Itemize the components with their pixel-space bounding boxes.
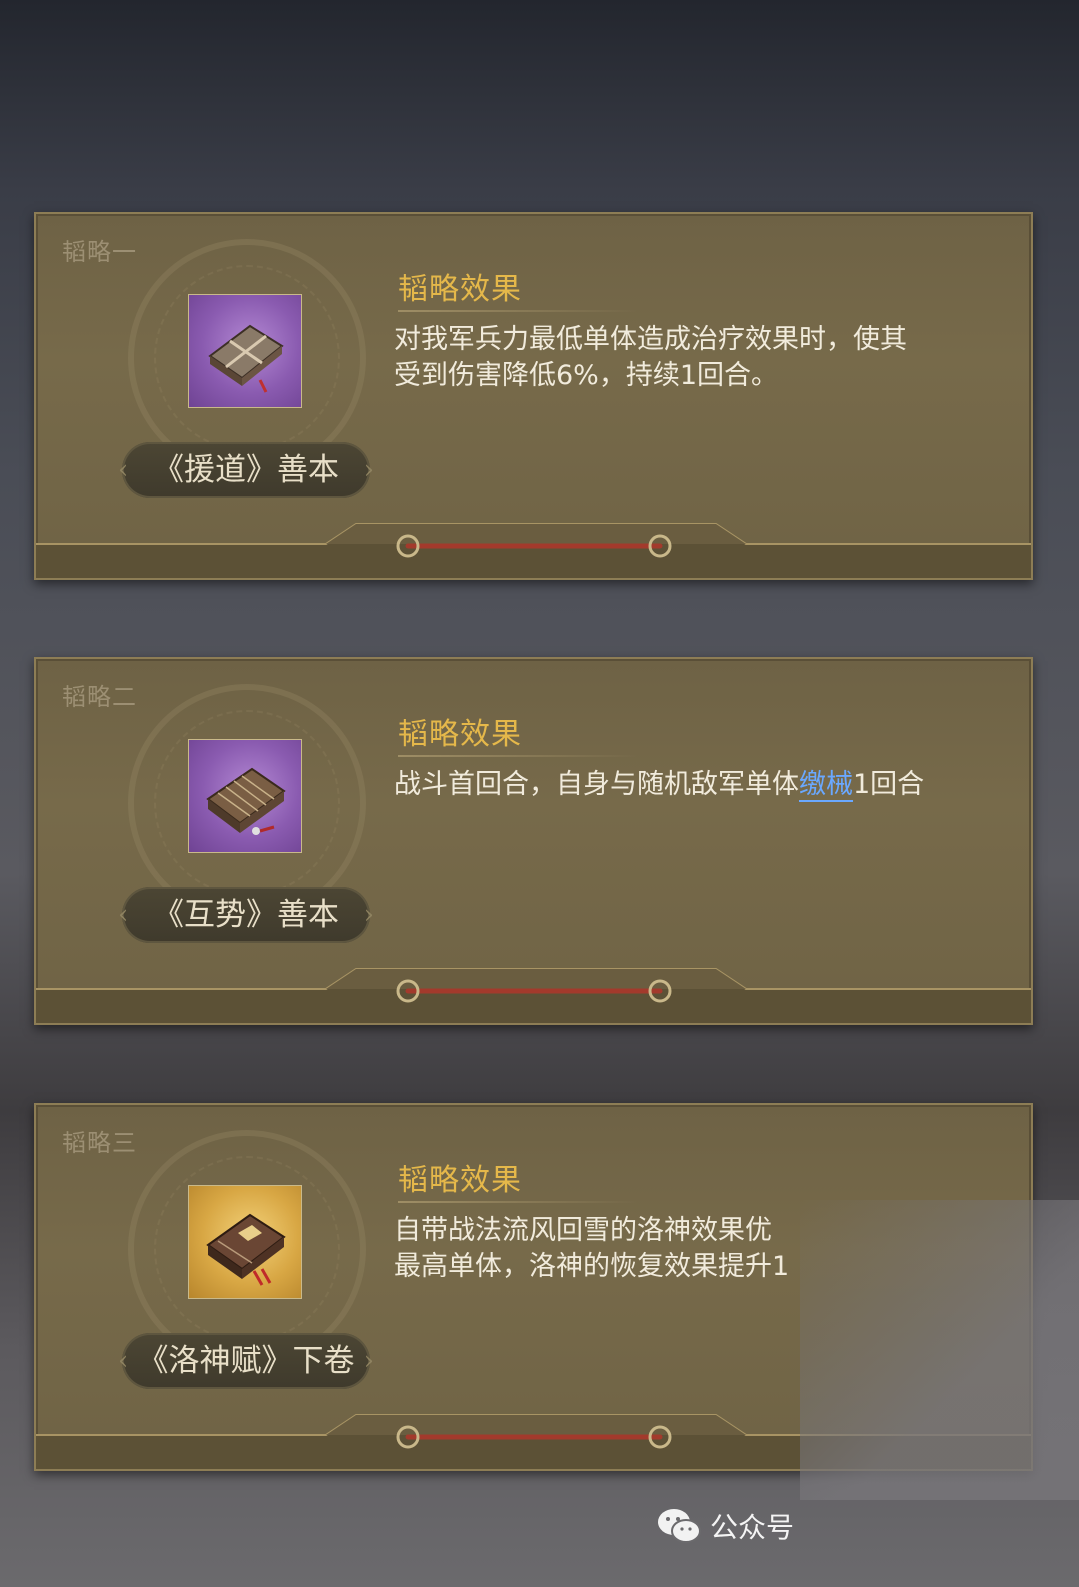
purple-scroll-book-icon[interactable] bbox=[188, 294, 302, 408]
book-name: 《援道》善本 bbox=[118, 442, 374, 498]
panel-base-ornament bbox=[36, 1407, 1031, 1469]
watermark-label: 公众号 bbox=[710, 1511, 795, 1544]
card-tag: 韬略三 bbox=[62, 1129, 137, 1157]
card-tag: 韬略一 bbox=[62, 238, 137, 266]
book-name: 《互势》善本 bbox=[118, 887, 374, 943]
book-name: 《洛神赋》下卷 bbox=[118, 1333, 374, 1389]
wechat-icon bbox=[658, 1509, 701, 1543]
effect-line-1: 对我军兵力最低单体造成治疗效果时，使其 bbox=[394, 324, 907, 355]
effect-text-pre: 战斗首回合，自身与随机敌军单体 bbox=[394, 769, 799, 800]
wechat-watermark: 公众号 bbox=[656, 1506, 794, 1546]
effect-title: 韬略效果 bbox=[398, 717, 522, 752]
disarm-link[interactable]: 缴械 bbox=[799, 769, 853, 802]
effect-description: 自带战法流风回雪的洛神效果优 最高单体，洛神的恢复效果提升1 bbox=[394, 1213, 814, 1285]
effect-description: 战斗首回合，自身与随机敌军单体缴械1回合 bbox=[394, 767, 994, 803]
divider bbox=[398, 1201, 638, 1203]
card-tag: 韬略二 bbox=[62, 683, 137, 711]
divider bbox=[398, 755, 638, 757]
effect-title: 韬略效果 bbox=[398, 272, 522, 307]
purple-bamboo-book-icon[interactable] bbox=[188, 739, 302, 853]
strategy-card-3: 韬略三 《洛神赋》下卷 韬略效果 自带战法流风回雪的洛神效果优 最高单体，洛神的… bbox=[34, 1103, 1033, 1471]
effect-description: 对我军兵力最低单体造成治疗效果时，使其 受到伤害降低6%，持续1回合。 bbox=[394, 322, 974, 394]
gold-scroll-book-icon[interactable] bbox=[188, 1185, 302, 1299]
strategy-card-2: 韬略二 《互势》善本 韬略效果 战斗首回合，自身与随机敌军单体缴械1回合 bbox=[34, 657, 1033, 1025]
effect-line-1: 自带战法流风回雪的洛神效果优 bbox=[394, 1215, 772, 1246]
strategy-card-1: 韬略一 《援道》善本 韬略效果 对我军兵力最低单体造成治疗效果时，使其 受到伤害… bbox=[34, 212, 1033, 580]
effect-line-2: 受到伤害降低6%，持续1回合。 bbox=[394, 360, 779, 391]
effect-line-2: 最高单体，洛神的恢复效果提升1 bbox=[394, 1251, 790, 1282]
panel-base-ornament bbox=[36, 961, 1031, 1023]
divider bbox=[398, 310, 638, 312]
effect-text-post: 1回合 bbox=[853, 769, 925, 800]
panel-base-ornament bbox=[36, 516, 1031, 578]
effect-title: 韬略效果 bbox=[398, 1163, 522, 1198]
